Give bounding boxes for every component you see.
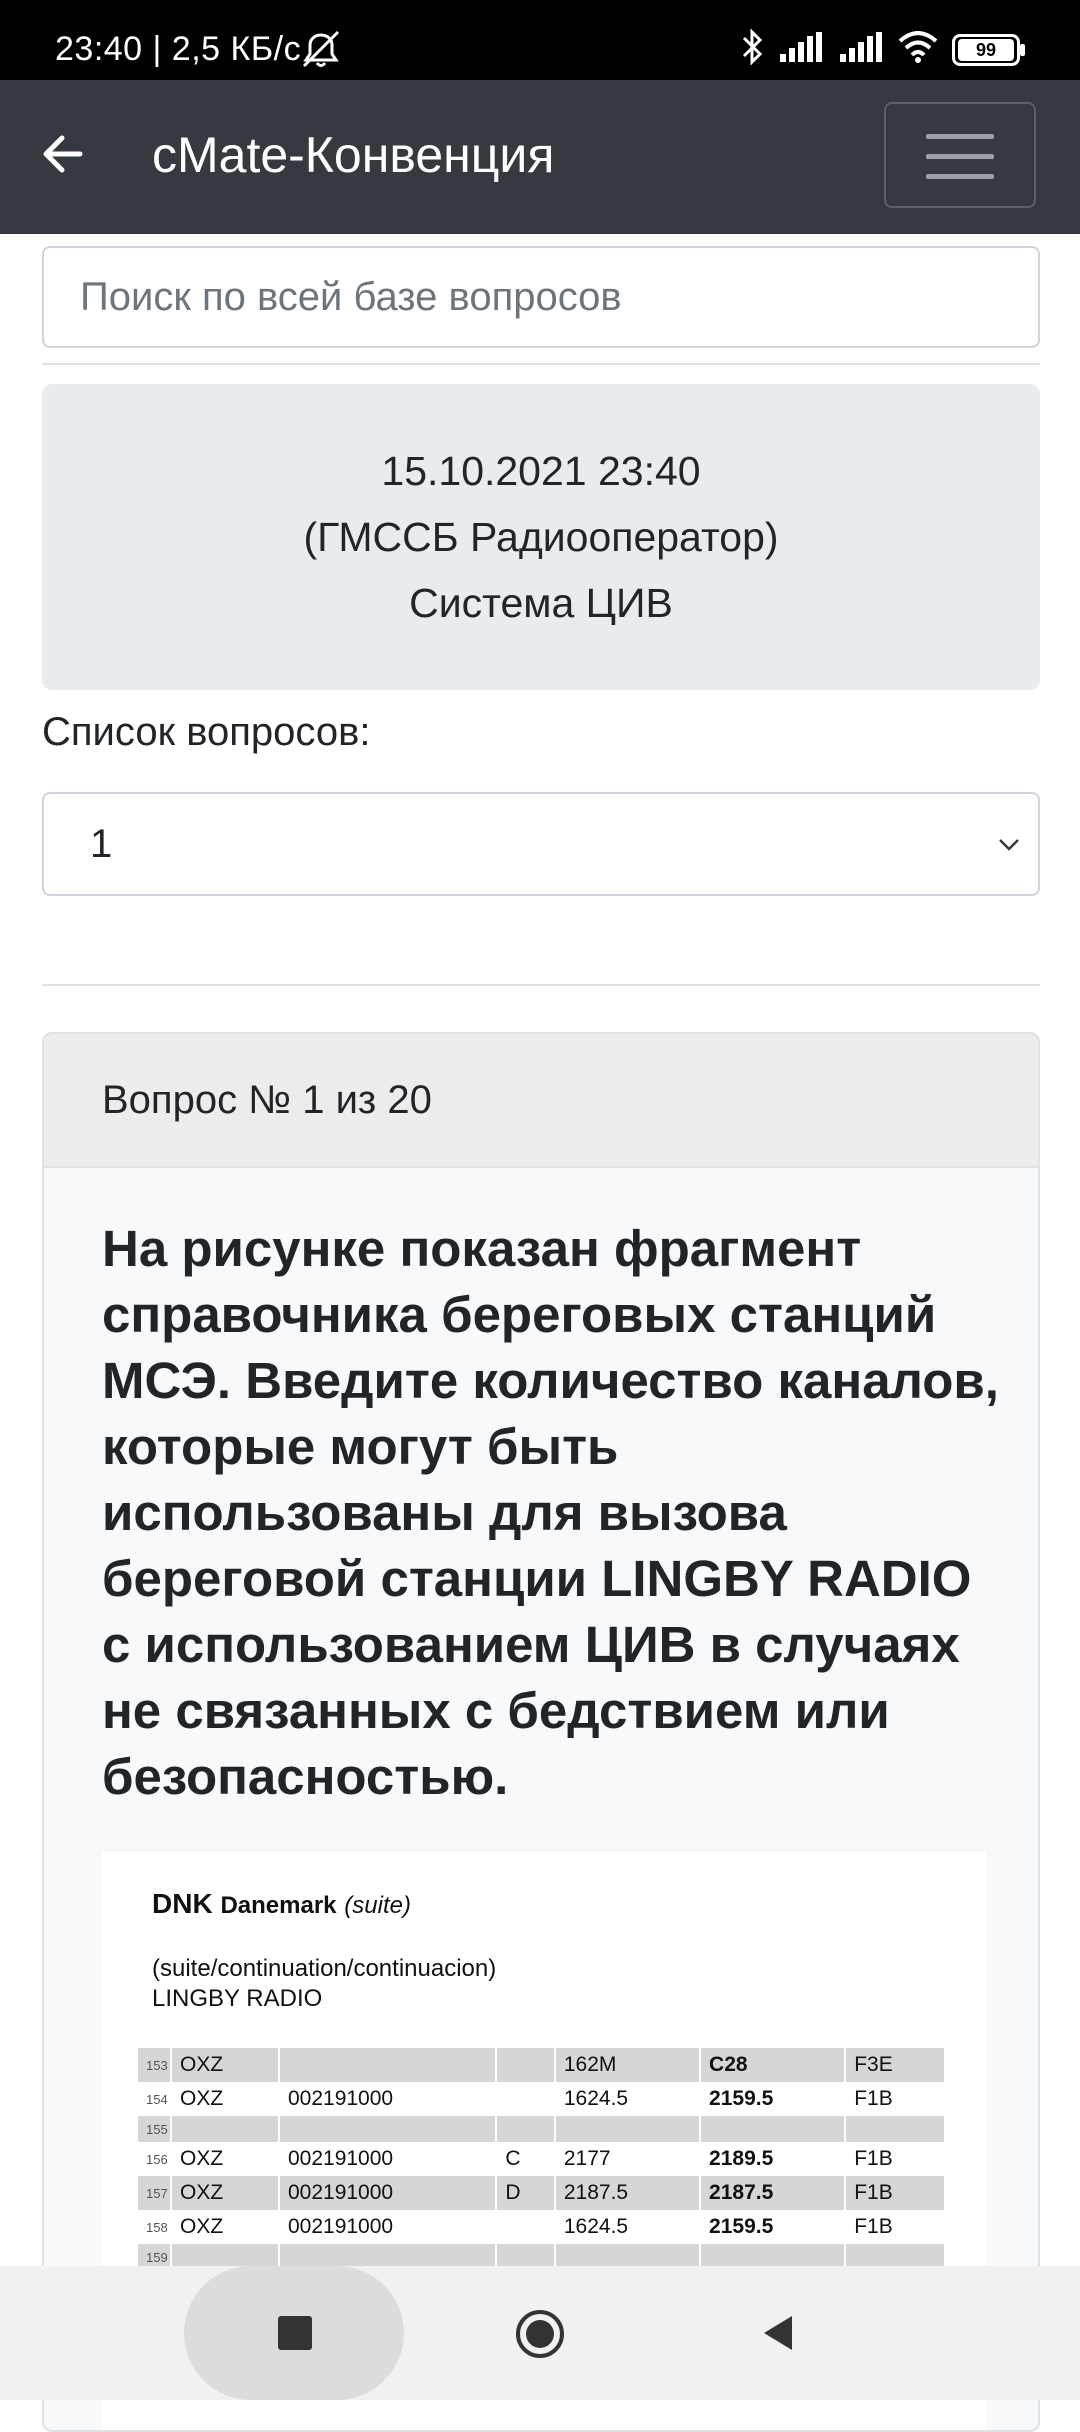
station-table-cell-cls: F1B bbox=[845, 2082, 946, 2116]
station-table-cell-rx: 1624.5 bbox=[554, 2210, 702, 2244]
station-table-cell-mmsi: 002191000 bbox=[278, 2176, 498, 2210]
station-table-cell-cls bbox=[845, 2116, 946, 2142]
question-card: Вопрос № 1 из 20 На рисунке показан фраг… bbox=[42, 1032, 1040, 2432]
chevron-down-icon bbox=[994, 830, 1024, 865]
question-select[interactable]: 1 bbox=[42, 792, 1040, 896]
station-table-cell-tx bbox=[700, 2116, 847, 2142]
station-table-row: 154 OXZ 002191000 1624.5 2159.5 F1B bbox=[138, 2082, 946, 2116]
search-input[interactable] bbox=[42, 246, 1040, 348]
status-time: 23:40 | 2,5 КБ/с bbox=[55, 30, 302, 68]
station-table-cell-mmsi: 002191000 bbox=[278, 2210, 498, 2244]
divider bbox=[42, 363, 1040, 365]
station-table-cell-flag bbox=[496, 2048, 556, 2082]
battery-level: 99 bbox=[958, 38, 1014, 61]
app-bar: cMate-Конвенция bbox=[0, 80, 1080, 234]
station-table-cell-cls: F1B bbox=[845, 2210, 946, 2244]
question-text: На рисунке показан фрагмент справочника … bbox=[102, 1220, 999, 1805]
station-table-cell-tx: 2159.5 bbox=[700, 2210, 847, 2244]
station-name: LINGBY RADIO bbox=[152, 1985, 323, 2012]
back-arrow-icon[interactable] bbox=[38, 132, 86, 181]
station-table-cell-cls: F3E bbox=[845, 2048, 946, 2082]
station-table-cell-rx: 1624.5 bbox=[554, 2082, 702, 2116]
session-datetime: 15.10.2021 23:40 bbox=[381, 448, 701, 494]
station-table-cell-flag bbox=[496, 2116, 556, 2142]
station-table-cell-n: 158 bbox=[138, 2210, 172, 2244]
bluetooth-icon bbox=[740, 28, 764, 71]
station-table-row: 157 OXZ 002191000 D 2187.5 2187.5 F1B bbox=[138, 2176, 946, 2210]
questions-list-label: Список вопросов: bbox=[42, 710, 371, 754]
divider bbox=[42, 984, 1040, 986]
station-table-cell-mmsi: 002191000 bbox=[278, 2082, 498, 2116]
signal-icon bbox=[778, 32, 824, 67]
country-suffix: (suite) bbox=[344, 1892, 411, 1919]
continuation-label: (suite/continuation/continuacion) bbox=[152, 1955, 497, 1982]
battery-icon: 99 bbox=[952, 33, 1025, 66]
app-title: cMate-Конвенция bbox=[152, 127, 555, 183]
station-table-cell-n: 154 bbox=[138, 2082, 172, 2116]
station-table-cell-call: OXZ bbox=[171, 2210, 280, 2244]
reference-subheading: (suite/continuation/continuacion) LINGBY… bbox=[152, 1954, 496, 2014]
station-table-cell-flag: D bbox=[496, 2176, 556, 2210]
muted-bell-icon bbox=[298, 30, 344, 75]
station-table-cell-call: OXZ bbox=[171, 2082, 280, 2116]
home-circle-icon[interactable] bbox=[514, 2308, 566, 2365]
station-table-cell-flag: C bbox=[496, 2142, 556, 2176]
station-table-cell-rx: 2177 bbox=[554, 2142, 702, 2176]
station-table-row: 153 OXZ 162M C28 F3E bbox=[138, 2048, 946, 2082]
station-table-cell-n: 153 bbox=[138, 2048, 172, 2082]
station-table-cell-cls: F1B bbox=[845, 2176, 946, 2210]
station-table-cell-n: 156 bbox=[138, 2142, 172, 2176]
station-table-cell-mmsi: 002191000 bbox=[278, 2142, 498, 2176]
signal-icon bbox=[838, 32, 884, 67]
session-info: 15.10.2021 23:40 (ГМССБ Радиооператор) С… bbox=[42, 384, 1040, 690]
question-header: Вопрос № 1 из 20 bbox=[44, 1034, 1038, 1168]
station-table-row: 155 bbox=[138, 2116, 946, 2142]
status-bar: 23:40 | 2,5 КБ/с 99 bbox=[0, 0, 1080, 80]
reference-heading: DNK Danemark (suite) bbox=[152, 1888, 411, 1920]
station-table-cell-tx: 2159.5 bbox=[700, 2082, 847, 2116]
station-table-cell-tx: 2187.5 bbox=[700, 2176, 847, 2210]
station-table-cell-n: 155 bbox=[138, 2116, 172, 2142]
menu-button[interactable] bbox=[884, 102, 1036, 208]
recents-square-icon bbox=[278, 2316, 312, 2350]
station-table-cell-mmsi bbox=[278, 2048, 498, 2082]
station-table-cell-call: OXZ bbox=[171, 2176, 280, 2210]
station-table-cell-tx: 2189.5 bbox=[700, 2142, 847, 2176]
session-topic: Система ЦИВ bbox=[409, 580, 673, 626]
station-table: 153 OXZ 162M C28 F3E 154 OXZ 002191000 1624.5 215… bbox=[138, 2048, 946, 2270]
station-table-cell-n: 157 bbox=[138, 2176, 172, 2210]
system-nav-bar bbox=[0, 2266, 1080, 2400]
station-table-cell-call: OXZ bbox=[171, 2142, 280, 2176]
station-table-cell-rx: 162M bbox=[554, 2048, 702, 2082]
country-code: DNK bbox=[152, 1888, 213, 1919]
question-select-value: 1 bbox=[90, 822, 113, 866]
station-table-cell-call bbox=[171, 2116, 280, 2142]
back-triangle-icon[interactable] bbox=[758, 2312, 798, 2359]
station-table-cell-rx bbox=[554, 2116, 702, 2142]
station-table-row: 158 OXZ 002191000 1624.5 2159.5 F1B bbox=[138, 2210, 946, 2244]
session-category: (ГМССБ Радиооператор) bbox=[303, 514, 779, 560]
station-table-cell-mmsi bbox=[278, 2116, 498, 2142]
station-table-cell-rx: 2187.5 bbox=[554, 2176, 702, 2210]
station-table-cell-cls: F1B bbox=[845, 2142, 946, 2176]
station-table-row: 156 OXZ 002191000 C 2177 2189.5 F1B bbox=[138, 2142, 946, 2176]
station-table-cell-tx: C28 bbox=[700, 2048, 847, 2082]
wifi-icon bbox=[898, 31, 938, 68]
station-table-cell-flag bbox=[496, 2082, 556, 2116]
country-name: Danemark bbox=[220, 1892, 337, 1919]
station-table-cell-flag bbox=[496, 2210, 556, 2244]
station-table-cell-call: OXZ bbox=[171, 2048, 280, 2082]
